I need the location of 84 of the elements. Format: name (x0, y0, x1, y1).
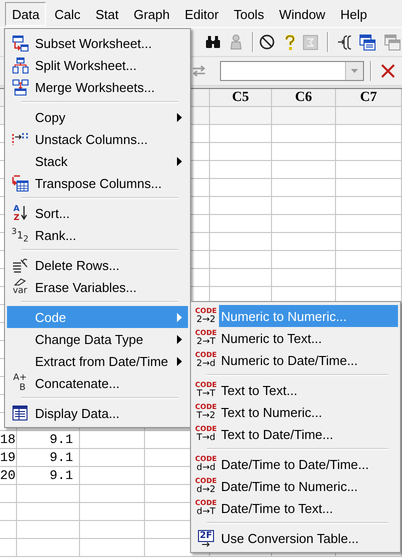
table-cell (17, 485, 80, 503)
menu-item[interactable]: Split Worksheet... (7, 54, 188, 76)
menu-item[interactable]: Merge Worksheets... (7, 76, 188, 98)
table-cell (336, 215, 402, 233)
table-cell (80, 539, 145, 557)
column-header[interactable]: C5 (210, 89, 272, 107)
table-cell (272, 215, 336, 233)
close-icon[interactable] (381, 64, 395, 78)
table-cell (210, 143, 272, 161)
menu-item[interactable]: Subset Worksheet... (7, 32, 188, 54)
table-cell (272, 179, 336, 197)
prohibited-icon[interactable] (259, 34, 275, 50)
table-cell (336, 197, 402, 215)
menu-bar-item[interactable]: Data (5, 2, 46, 26)
table-cell (272, 125, 336, 143)
menu-item[interactable]: Display Data... (7, 402, 188, 424)
table-cell (210, 197, 272, 215)
table-cell (272, 161, 336, 179)
menu-item[interactable]: var Erase Variables... (7, 276, 188, 298)
table-cell (272, 107, 336, 125)
table-cell (272, 197, 336, 215)
table-cell (336, 251, 402, 269)
menu-bar-item[interactable]: Window (272, 2, 332, 26)
row-header (0, 485, 17, 503)
menu-item[interactable]: Transpose Columns... (7, 172, 188, 194)
menu-item[interactable]: Change Data Type (7, 328, 188, 350)
table-cell (17, 521, 80, 539)
menu-item[interactable]: Copy (7, 106, 188, 128)
row-header: 18 (0, 431, 17, 449)
table-cell (17, 539, 80, 557)
table-cell (272, 233, 336, 251)
hierarchy-icon (12, 56, 28, 74)
table-cell (210, 161, 272, 179)
table-cell (210, 251, 272, 269)
grid-arrow-icon (12, 174, 28, 192)
combo-box[interactable] (220, 61, 364, 81)
table-cell (336, 233, 402, 251)
row-header: 19 (0, 449, 17, 467)
row-header (0, 521, 17, 539)
digits-icon: $^{3}$1$_{2}$ (12, 226, 28, 244)
swap-arrows-icon[interactable] (192, 65, 206, 77)
row-header: 20 (0, 467, 17, 485)
menu-item[interactable]: Extract from Date/Time (7, 350, 188, 372)
table-cell (210, 125, 272, 143)
menu-bar-item[interactable]: Stat (88, 2, 126, 26)
row-header (0, 503, 17, 521)
bracket-arrow-icon[interactable] (337, 34, 354, 50)
delete-rows-icon (12, 257, 28, 273)
menu-item[interactable]: 2F Use Conversion Table... (193, 527, 398, 549)
help-icon[interactable] (285, 34, 295, 50)
menu-bar-item[interactable]: Graph (126, 2, 177, 26)
table-cell (210, 233, 272, 251)
table-cell (336, 143, 402, 161)
table-cell (210, 107, 272, 125)
table-cell (210, 215, 272, 233)
menu-item[interactable]: Unstack Columns... (7, 128, 188, 150)
table-cell (336, 125, 402, 143)
table-cell (336, 179, 402, 197)
table-cell: 9.1 (17, 431, 80, 449)
merge-icon (12, 78, 28, 96)
window-icon[interactable] (359, 34, 376, 50)
menu-bar-item[interactable]: Tools (226, 2, 272, 26)
menu-item[interactable]: Delete Rows... (7, 254, 188, 276)
document-icon (12, 405, 28, 421)
menu-bar-item[interactable]: Help (333, 2, 374, 26)
table-cell (17, 503, 80, 521)
table-cell (210, 179, 272, 197)
row-header (0, 539, 17, 557)
menu-item[interactable]: $^{3}$1$_{2}$ Rank... (7, 224, 188, 246)
table-cell: 9.1 (17, 449, 80, 467)
menu-item[interactable]: Stack (7, 150, 188, 172)
menu-item[interactable]: A Z Sort... (7, 202, 188, 224)
binoculars-icon[interactable] (205, 35, 221, 49)
menu-bar-item[interactable]: Calc (47, 2, 88, 26)
dotted-arrow-icon (12, 132, 28, 146)
table-arrow-icon (12, 34, 28, 52)
table-cell (336, 161, 402, 179)
menu-bar-item[interactable]: Editor (178, 2, 226, 26)
column-header[interactable]: C7 (336, 89, 402, 107)
table-cell: 9.1 (17, 467, 80, 485)
table-cell (272, 251, 336, 269)
table-cell (272, 143, 336, 161)
letters-icon: A+ B (13, 373, 27, 393)
column-header[interactable]: C6 (272, 89, 336, 107)
